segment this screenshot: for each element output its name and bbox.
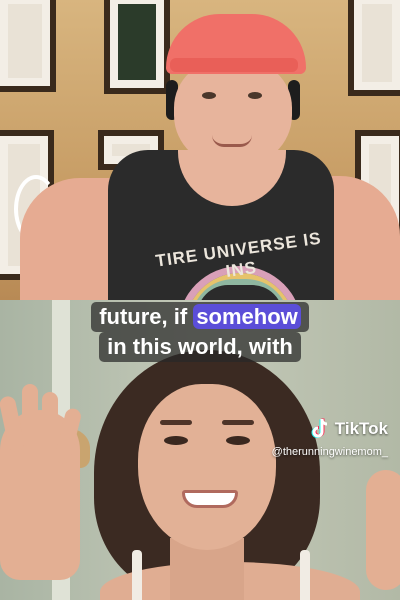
tiktok-logo-icon <box>311 418 331 440</box>
duet-video-frame: TIRE UNIVERSE IS INS future, if somehow … <box>0 0 400 600</box>
waving-hand <box>366 470 400 590</box>
eyebrow <box>160 420 192 425</box>
top-strap <box>132 550 142 600</box>
face <box>138 384 276 550</box>
cap-brim <box>170 58 298 72</box>
eye <box>248 92 262 99</box>
caption-line-1: future, if somehow <box>0 302 400 332</box>
eye <box>202 92 216 99</box>
caption-highlight-word: somehow <box>193 304 301 329</box>
finger <box>22 384 38 440</box>
tiktok-watermark: TikTok @therunningwinemom_ <box>218 418 388 458</box>
eye <box>164 436 188 445</box>
tiktok-brand: TikTok <box>334 419 388 438</box>
face <box>174 58 292 168</box>
finger <box>42 392 58 448</box>
top-strap <box>300 550 310 600</box>
top-person: TIRE UNIVERSE IS INS <box>0 0 400 300</box>
mouth <box>212 135 252 147</box>
caption-box: in this world, with <box>99 332 301 362</box>
top-video-tile: TIRE UNIVERSE IS INS <box>0 0 400 300</box>
caption-line-2: in this world, with <box>0 332 400 362</box>
caption-box: future, if somehow <box>91 302 309 332</box>
creator-username: @therunningwinemom_ <box>271 446 388 458</box>
smiling-mouth <box>182 490 238 508</box>
caption-text: future, if <box>99 304 194 329</box>
